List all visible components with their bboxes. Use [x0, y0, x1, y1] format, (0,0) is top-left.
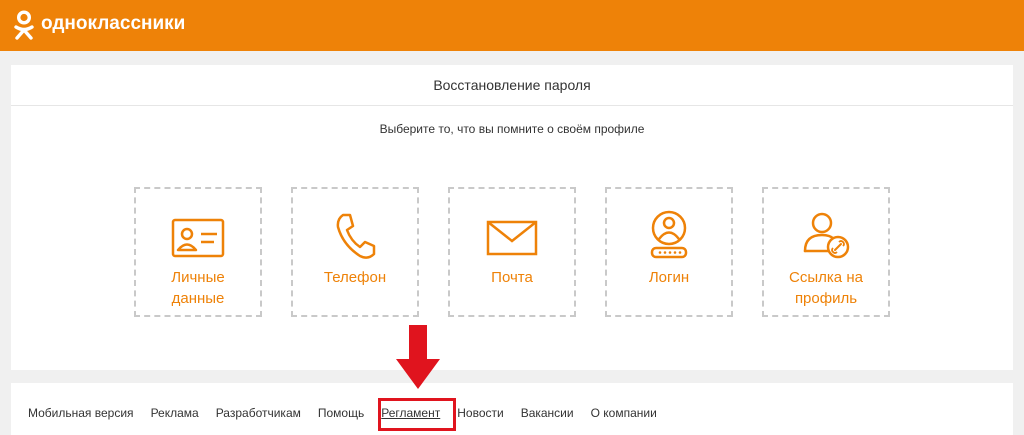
footer-link-about[interactable]: О компании [591, 406, 657, 420]
footer-link-help[interactable]: Помощь [318, 406, 364, 420]
highlight-box [378, 398, 456, 431]
footer-link-ads[interactable]: Реклама [151, 406, 199, 420]
option-phone[interactable]: Телефон [291, 187, 419, 317]
password-recovery-panel: Восстановление пароля Выберите то, что в… [11, 65, 1013, 370]
footer-link-mobile[interactable]: Мобильная версия [28, 406, 134, 420]
option-profile-link[interactable]: Ссылка на профиль [762, 187, 890, 317]
page-title: Восстановление пароля [11, 65, 1013, 106]
top-bar: одноклассники [0, 0, 1024, 51]
option-label-line1: Почта [491, 269, 533, 286]
option-label-line1: Ссылка на [789, 269, 863, 286]
option-label-line2: профиль [794, 290, 858, 307]
id-card-icon [171, 218, 225, 258]
footer-link-developers[interactable]: Разработчикам [216, 406, 301, 420]
option-personal-data[interactable]: Личные данные [134, 187, 262, 317]
footer-link-news[interactable]: Новости [457, 406, 503, 420]
user-link-icon [803, 212, 850, 259]
option-mail[interactable]: Почта [448, 187, 576, 317]
option-login[interactable]: Логин [605, 187, 733, 317]
option-label-line1: Логин [648, 269, 690, 286]
footer-links: Мобильная версия Реклама Разработчикам П… [28, 406, 657, 420]
phone-icon [336, 213, 376, 259]
odnoklassniki-logo-icon[interactable] [12, 10, 36, 42]
mail-icon [486, 220, 538, 256]
user-login-icon [650, 210, 688, 259]
page-subtitle: Выберите то, что вы помните о своём проф… [379, 122, 645, 136]
option-label-line1: Личные [171, 269, 225, 286]
footer-link-vacancies[interactable]: Вакансии [521, 406, 574, 420]
footer: Мобильная версия Реклама Разработчикам П… [11, 383, 1013, 435]
down-arrow-icon [396, 325, 440, 389]
brand-name[interactable]: одноклассники [41, 13, 185, 35]
option-label-line1: Телефон [323, 269, 387, 286]
option-label-line2: данные [171, 290, 225, 307]
